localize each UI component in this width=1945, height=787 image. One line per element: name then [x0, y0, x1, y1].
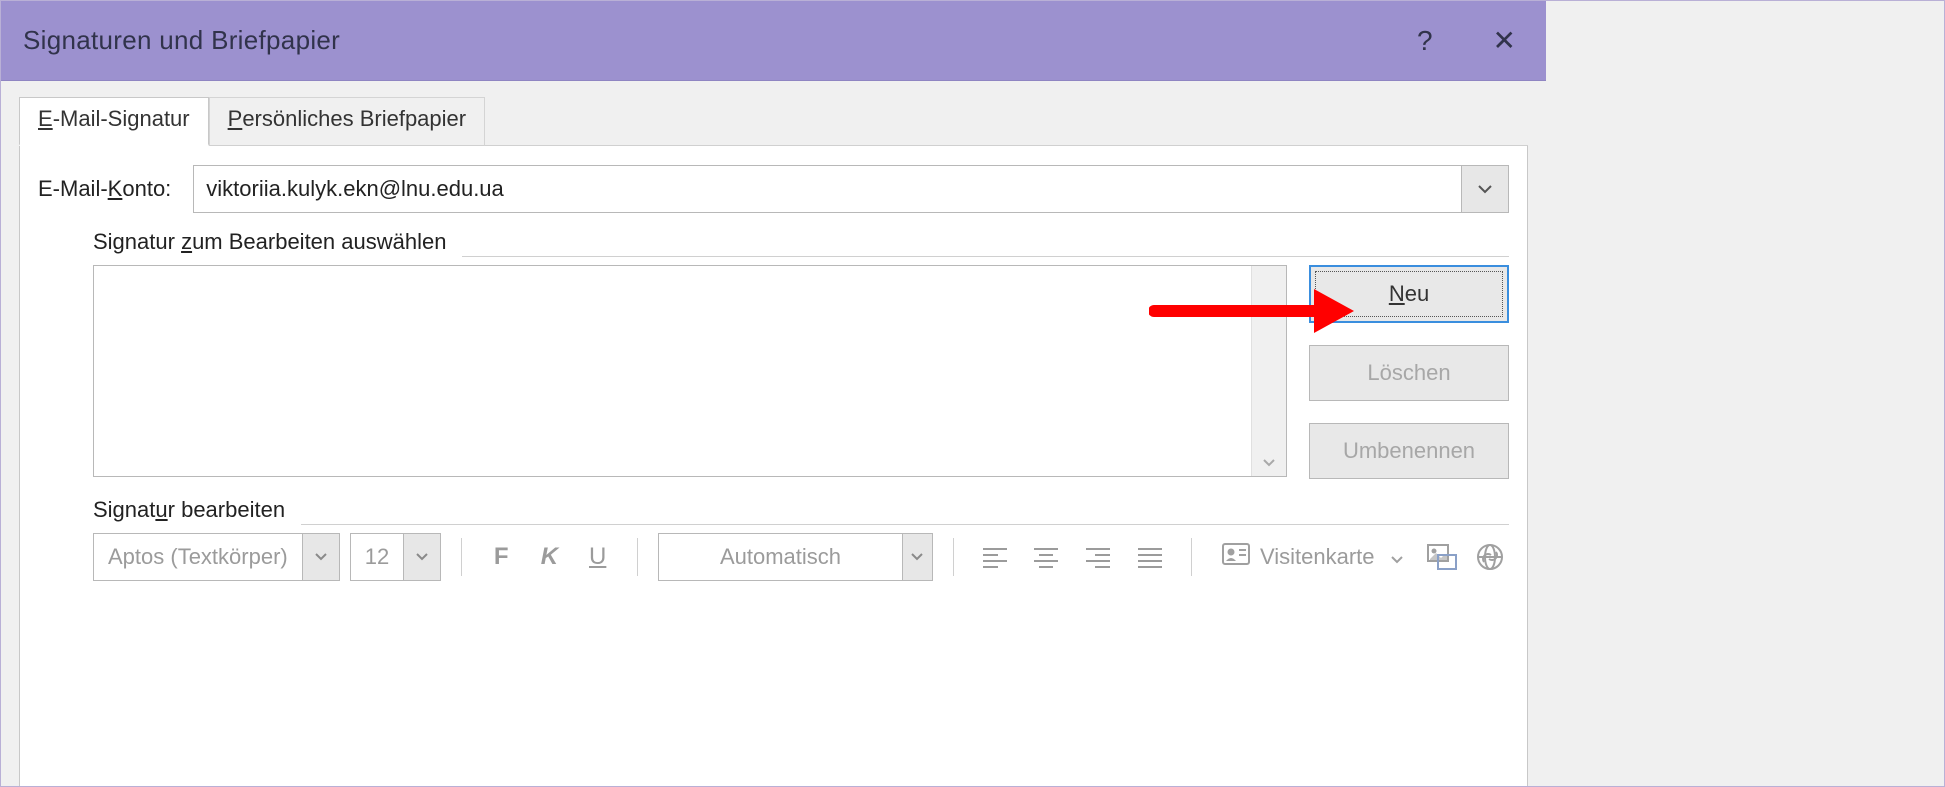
business-card-label: Visitenkarte [1260, 544, 1375, 570]
signature-list[interactable] [93, 265, 1287, 477]
align-center-button[interactable] [1025, 536, 1067, 578]
edit-signature-heading: Signatur bearbeiten [93, 497, 293, 523]
tab-stationery[interactable]: Persönliches Briefpapier [209, 97, 485, 146]
font-combo[interactable]: Aptos (Textkörper) [93, 533, 340, 581]
chevron-down-icon[interactable] [1391, 544, 1403, 570]
help-button[interactable]: ? [1417, 25, 1433, 57]
underline-button[interactable]: U [579, 536, 617, 578]
tab-email-signature[interactable]: E-Mail-Signatur [19, 97, 209, 146]
titlebar: Signaturen und Briefpapier ? ✕ [1, 1, 1546, 81]
select-signature-heading: Signatur zum Bearbeiten auswählen [93, 229, 454, 255]
chevron-down-icon[interactable] [1461, 166, 1508, 212]
new-button[interactable]: Neu [1309, 265, 1509, 323]
insert-image-button[interactable] [1423, 536, 1461, 578]
account-label: E-Mail-Konto: [38, 176, 171, 202]
chevron-down-icon[interactable] [403, 534, 440, 580]
scrollbar[interactable] [1251, 266, 1286, 476]
account-value: viktoriia.kulyk.ekn@lnu.edu.ua [194, 166, 1461, 212]
italic-button[interactable]: K [530, 536, 568, 578]
panel-email-signature: E-Mail-Konto: viktoriia.kulyk.ekn@lnu.ed… [19, 145, 1528, 787]
delete-button[interactable]: Löschen [1309, 345, 1509, 401]
align-left-button[interactable] [974, 536, 1016, 578]
format-toolbar: Aptos (Textkörper) 12 F K U [93, 533, 1509, 581]
bold-button[interactable]: F [482, 536, 520, 578]
align-right-button[interactable] [1077, 536, 1119, 578]
font-size-combo[interactable]: 12 [350, 533, 441, 581]
font-color-combo[interactable]: Automatisch [658, 533, 933, 581]
font-size: 12 [351, 534, 403, 580]
chevron-down-icon[interactable] [1263, 454, 1275, 470]
chevron-down-icon[interactable] [902, 534, 931, 580]
business-card-button[interactable]: Visitenkarte [1212, 534, 1413, 580]
font-color-value: Automatisch [659, 534, 903, 580]
font-name: Aptos (Textkörper) [94, 534, 302, 580]
insert-link-button[interactable] [1471, 536, 1509, 578]
tab-strip: E-Mail-Signatur Persönliches Briefpapier [19, 96, 1528, 146]
chevron-down-icon[interactable] [302, 534, 339, 580]
close-button[interactable]: ✕ [1493, 27, 1516, 55]
window-title: Signaturen und Briefpapier [23, 25, 340, 56]
align-justify-button[interactable] [1129, 536, 1171, 578]
rename-button[interactable]: Umbenennen [1309, 423, 1509, 479]
account-select[interactable]: viktoriia.kulyk.ekn@lnu.edu.ua [193, 165, 1509, 213]
card-icon [1222, 543, 1250, 571]
